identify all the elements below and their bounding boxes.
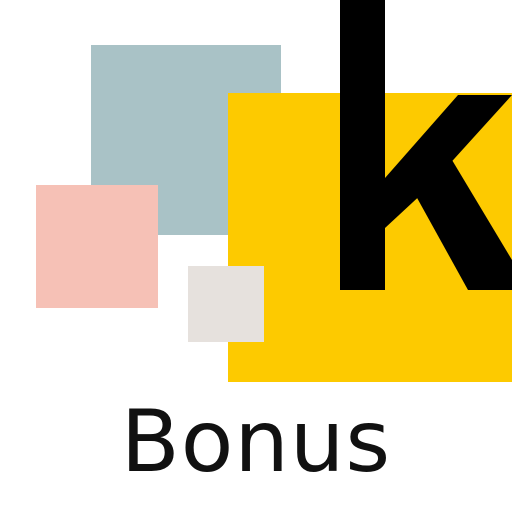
grey-square-shape [188,266,264,342]
letter-k-icon [340,0,512,290]
app-wordmark: Bonus [120,392,392,492]
app-icon: Bonus [0,0,512,512]
pink-square-shape [36,185,158,308]
